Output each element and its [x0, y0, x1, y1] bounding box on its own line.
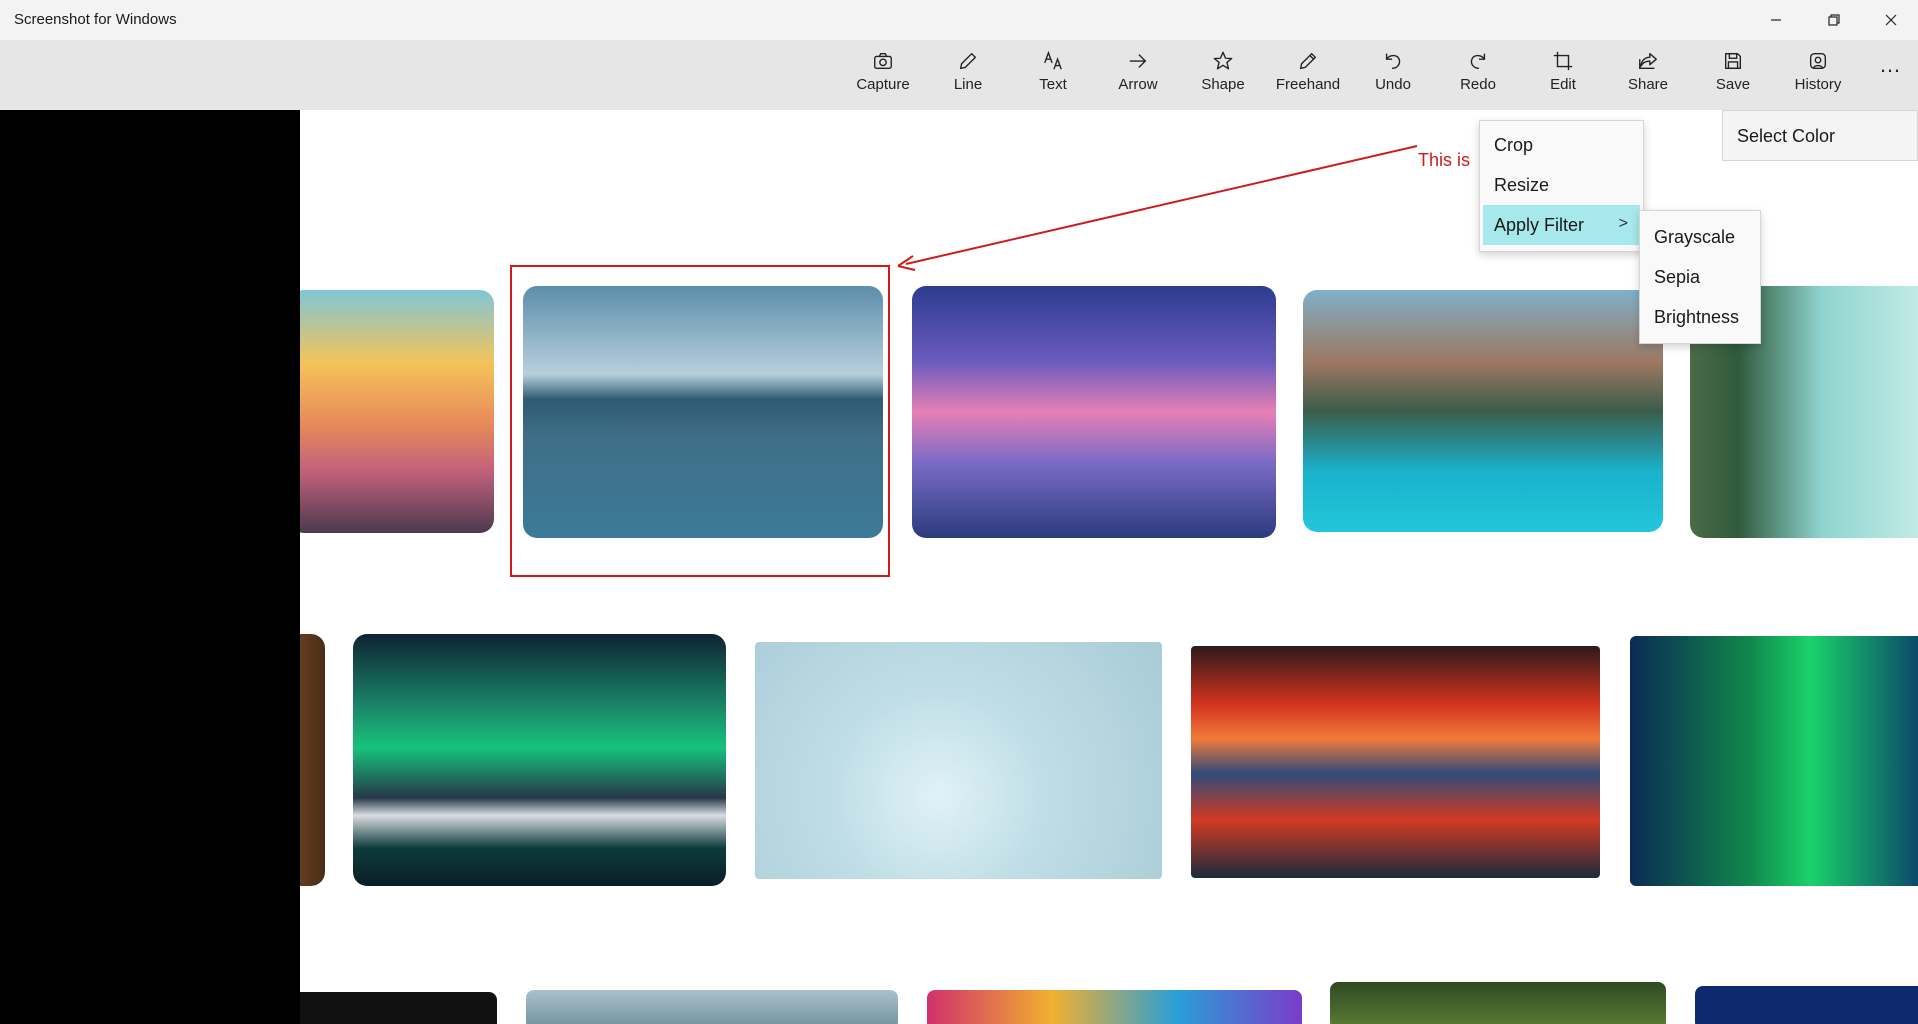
pencil-icon [959, 52, 977, 70]
select-color-label: Select Color [1737, 126, 1836, 146]
wallpaper-aurora [353, 634, 726, 886]
menu-item-crop[interactable]: Crop [1480, 125, 1643, 165]
submenu-item-label: Sepia [1654, 266, 1701, 287]
menu-item-label: Apply Filter [1494, 214, 1585, 235]
title-bar: Screenshot for Windows [0, 0, 1918, 40]
pen-icon [1299, 52, 1317, 70]
text-button[interactable]: Text [1011, 50, 1095, 100]
chevron-right-icon: > [1618, 215, 1628, 232]
annotation-text[interactable]: This is [1418, 150, 1470, 171]
freehand-label: Freehand [1275, 76, 1341, 93]
submenu-item-grayscale[interactable]: Grayscale [1640, 217, 1760, 257]
wallpaper-dark [300, 992, 497, 1024]
wallpaper-boat-sunset [912, 286, 1276, 538]
undo-label: Undo [1375, 76, 1411, 93]
save-label: Save [1715, 76, 1751, 93]
capture-button[interactable]: Capture [841, 50, 925, 100]
wallpaper-forest-mountain [526, 990, 898, 1024]
wallpaper-windows11-bloom [755, 642, 1162, 879]
arrow-button[interactable]: Arrow [1096, 50, 1180, 100]
save-icon [1724, 52, 1742, 70]
undo-button[interactable]: Undo [1351, 50, 1435, 100]
wallpaper-sunset-mountains [300, 290, 494, 533]
arrow-right-icon [1129, 54, 1147, 68]
filter-submenu: Grayscale Sepia Brightness [1639, 210, 1761, 344]
share-icon [1639, 52, 1657, 70]
restore-button[interactable] [1811, 0, 1857, 40]
history-button[interactable]: History [1776, 50, 1860, 100]
edit-button[interactable]: Edit [1521, 50, 1605, 100]
redo-label: Redo [1460, 76, 1496, 93]
more-icon: … [1879, 52, 1901, 77]
share-button[interactable]: Share [1606, 50, 1690, 100]
edit-label: Edit [1550, 76, 1576, 93]
shape-button[interactable]: Shape [1181, 50, 1265, 100]
wallpaper-colorful-swirl [927, 990, 1302, 1024]
restore-icon [1828, 14, 1840, 26]
arrow-label: Arrow [1118, 76, 1158, 93]
close-icon [1885, 14, 1897, 26]
menu-item-label: Resize [1494, 174, 1550, 195]
crop-icon [1553, 51, 1573, 71]
share-label: Share [1627, 76, 1669, 93]
minimize-button[interactable] [1753, 0, 1799, 40]
text-label: Text [1039, 76, 1067, 93]
capture-label: Capture [856, 76, 910, 93]
menu-item-resize[interactable]: Resize [1480, 165, 1643, 205]
app-title: Screenshot for Windows [14, 11, 177, 28]
annotation-rectangle[interactable] [510, 265, 890, 577]
more-options-button[interactable]: … [1868, 50, 1912, 80]
line-button[interactable]: Line [926, 50, 1010, 100]
context-menu: Crop Resize Apply Filter > [1479, 120, 1644, 252]
menu-item-apply-filter[interactable]: Apply Filter > [1483, 205, 1640, 245]
submenu-item-label: Brightness [1654, 306, 1740, 327]
wallpaper-wood [300, 634, 325, 886]
submenu-item-sepia[interactable]: Sepia [1640, 257, 1760, 297]
wallpaper-jungle [1330, 982, 1666, 1024]
history-icon [1809, 52, 1827, 70]
freehand-button[interactable]: Freehand [1266, 50, 1350, 100]
line-label: Line [953, 76, 983, 93]
submenu-item-label: Grayscale [1654, 226, 1736, 247]
wallpaper-blue [1695, 986, 1918, 1024]
wallpaper-alpine-lake [1303, 290, 1663, 532]
shape-label: Shape [1201, 76, 1245, 93]
save-button[interactable]: Save [1691, 50, 1775, 100]
minimize-icon [1771, 19, 1781, 21]
star-icon [1213, 51, 1233, 70]
history-label: History [1794, 76, 1842, 93]
camera-icon [874, 52, 892, 70]
close-button[interactable] [1868, 0, 1914, 40]
undo-icon [1385, 53, 1401, 70]
select-color-button[interactable]: Select Color [1722, 110, 1918, 161]
wallpaper-windows10-green [1630, 636, 1918, 886]
redo-button[interactable]: Redo [1436, 50, 1520, 100]
submenu-item-brightness[interactable]: Brightness [1640, 297, 1760, 337]
menu-item-label: Crop [1494, 134, 1534, 155]
wallpaper-red-clouds [1191, 646, 1600, 878]
text-icon [1044, 50, 1062, 70]
redo-icon [1470, 53, 1486, 70]
toolbar: Capture Line Text Arrow Shape Freehand U… [0, 40, 1918, 110]
left-black-panel [0, 110, 300, 1024]
